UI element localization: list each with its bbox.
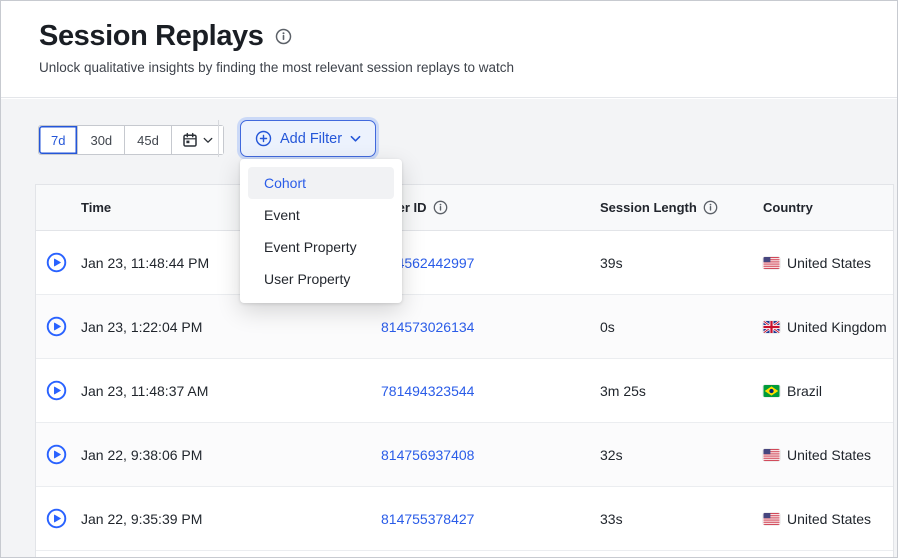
- country-cell: United Kingdom: [763, 319, 893, 335]
- play-button[interactable]: [46, 316, 81, 337]
- menu-item-cohort[interactable]: Cohort: [248, 167, 394, 199]
- time-cell: Jan 22, 9:35:39 PM: [81, 510, 203, 527]
- play-icon: [46, 444, 67, 465]
- range-30d[interactable]: 30d: [78, 126, 126, 154]
- flag-us-icon: [763, 512, 780, 525]
- country-cell: Brazil: [763, 383, 893, 399]
- play-icon: [46, 252, 67, 273]
- replays-table: Time User ID Session Length Country Jan …: [35, 184, 894, 557]
- table-row[interactable]: Jan 23, 1:22:04 PM 814573026134 0s Unite…: [36, 295, 893, 359]
- menu-item-event[interactable]: Event: [248, 199, 394, 231]
- user-id-link[interactable]: 781494323544: [381, 383, 474, 399]
- play-icon: [46, 508, 67, 529]
- table-header-row: Time User ID Session Length Country: [36, 185, 893, 231]
- time-cell: Jan 23, 11:48:37 AM: [81, 382, 209, 399]
- col-session-length: Session Length: [600, 200, 763, 215]
- user-id-link[interactable]: 814756937408: [381, 447, 474, 463]
- add-filter-label: Add Filter: [280, 130, 343, 147]
- col-country: Country: [763, 200, 813, 215]
- col-user-id: User ID: [381, 200, 600, 215]
- plus-circle-icon: [255, 130, 272, 147]
- session-length-cell: 3m 25s: [600, 382, 646, 399]
- flag-us-icon: [763, 256, 780, 269]
- user-id-link[interactable]: 814573026134: [381, 319, 474, 335]
- play-button[interactable]: [46, 508, 81, 529]
- add-filter-button[interactable]: Add Filter: [240, 120, 377, 157]
- flag-gb-icon: [763, 320, 780, 333]
- flag-us-icon: [763, 448, 780, 461]
- page-subtitle: Unlock qualitative insights by finding t…: [39, 60, 514, 75]
- table-row[interactable]: Jan 22, 9:38:06 PM 814756937408 32s Unit…: [36, 423, 893, 487]
- table-row[interactable]: Jan 22, 9:35:39 PM 814755378427 33s Unit…: [36, 487, 893, 551]
- chevron-down-icon: [203, 137, 213, 144]
- country-cell: United States: [763, 511, 893, 527]
- session-length-cell: 39s: [600, 254, 623, 271]
- page-body: 7d 30d 45d Add Filter Time User ID Sessi…: [1, 99, 897, 557]
- user-id-info-icon[interactable]: [433, 200, 448, 215]
- title-info-icon[interactable]: [275, 28, 292, 45]
- play-button[interactable]: [46, 252, 81, 273]
- page-title: Session Replays: [39, 20, 264, 52]
- range-7d[interactable]: 7d: [39, 126, 79, 154]
- play-icon: [46, 316, 67, 337]
- range-group: 7d 30d 45d: [38, 125, 224, 155]
- table-row[interactable]: Jan 23, 11:48:37 AM 781494323544 3m 25s …: [36, 359, 893, 423]
- session-length-cell: 32s: [600, 446, 623, 463]
- user-id-link[interactable]: 814755378427: [381, 511, 474, 527]
- session-length-info-icon[interactable]: [703, 200, 718, 215]
- filter-menu: Cohort Event Event Property User Propert…: [240, 159, 402, 303]
- toolbar-divider: [218, 120, 219, 157]
- table-row[interactable]: Jan 23, 11:48:44 PM 814562442997 39s Uni…: [36, 231, 893, 295]
- menu-item-event-property[interactable]: Event Property: [248, 231, 394, 263]
- country-cell: United States: [763, 255, 893, 271]
- page-header: Session Replays Unlock qualitative insig…: [1, 1, 897, 98]
- country-cell: United States: [763, 447, 893, 463]
- date-picker-button[interactable]: [171, 126, 223, 154]
- menu-item-user-property[interactable]: User Property: [248, 263, 394, 295]
- play-button[interactable]: [46, 380, 81, 401]
- play-icon: [46, 380, 67, 401]
- chevron-down-icon: [350, 135, 361, 143]
- session-replays-page: Session Replays Unlock qualitative insig…: [0, 0, 898, 558]
- play-button[interactable]: [46, 444, 81, 465]
- session-length-cell: 33s: [600, 510, 623, 527]
- time-cell: Jan 23, 1:22:04 PM: [81, 318, 203, 335]
- time-cell: Jan 22, 9:38:06 PM: [81, 446, 203, 463]
- session-length-cell: 0s: [600, 318, 615, 335]
- calendar-icon: [182, 132, 198, 148]
- range-45d[interactable]: 45d: [125, 126, 172, 154]
- flag-br-icon: [763, 384, 780, 397]
